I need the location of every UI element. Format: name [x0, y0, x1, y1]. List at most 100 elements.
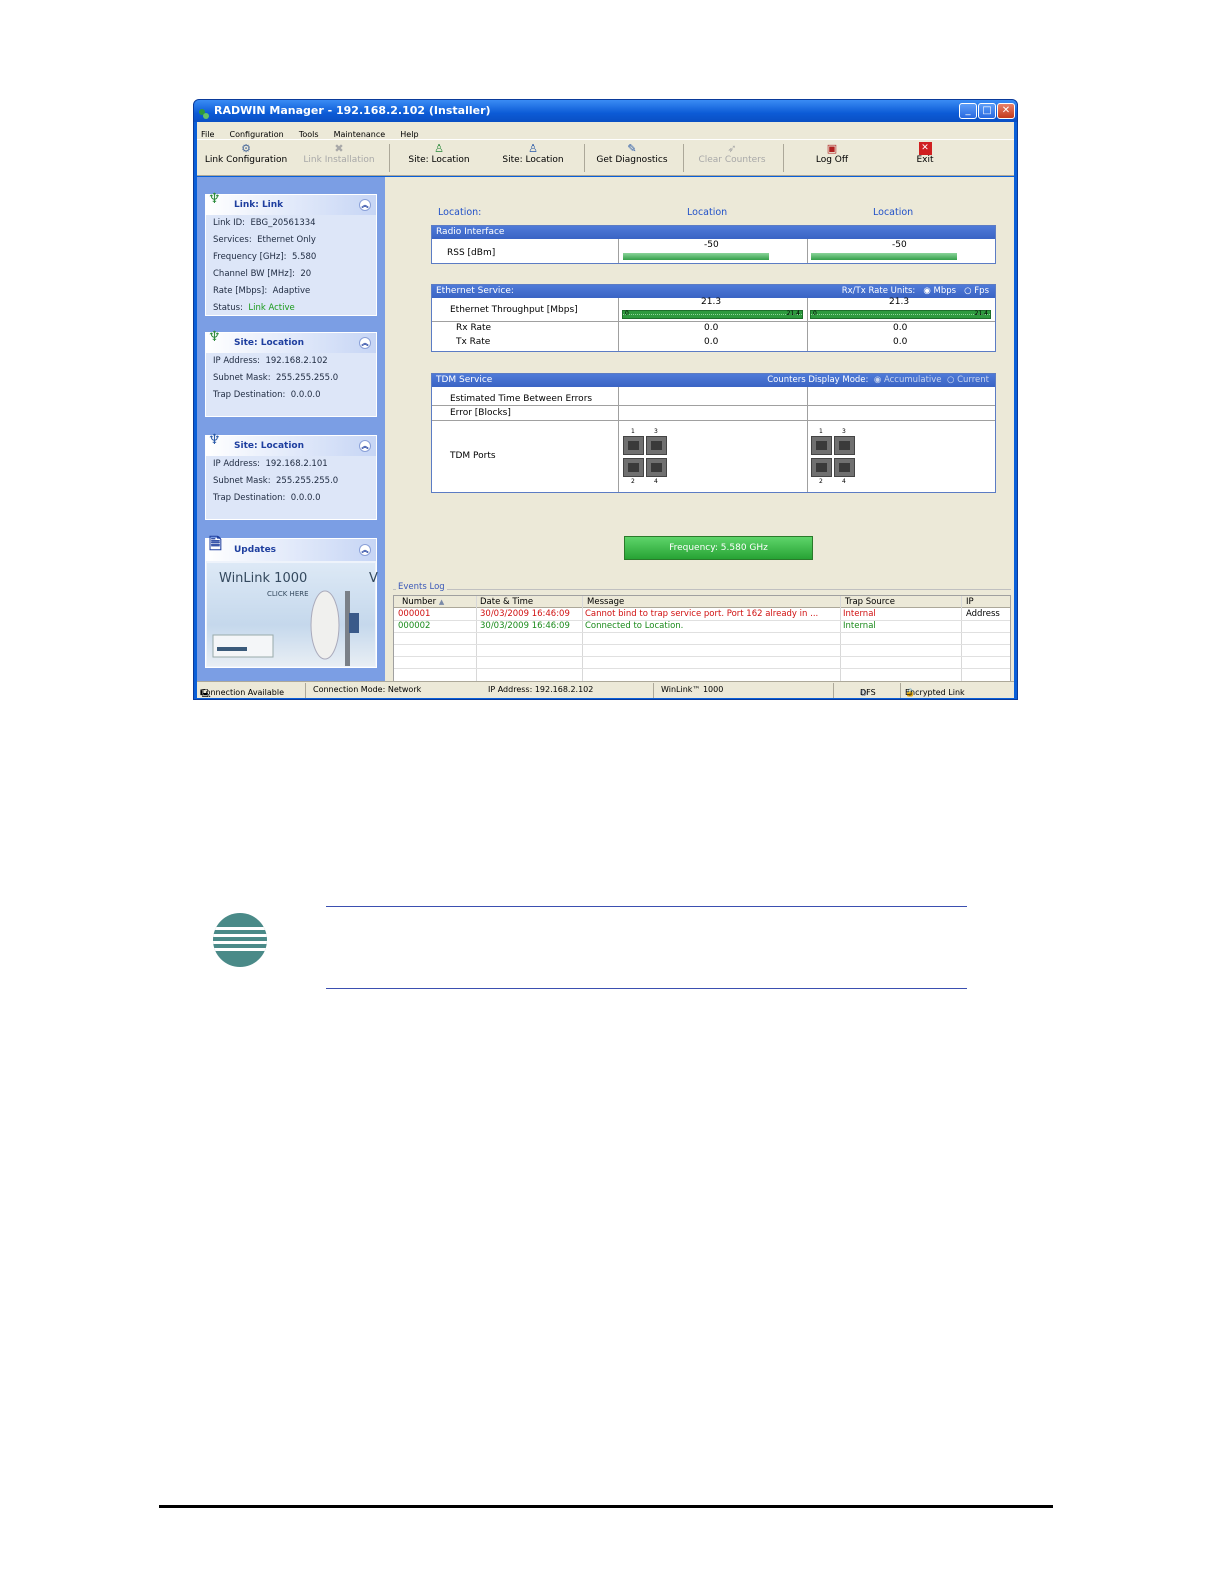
- radio-title: Radio Interface: [436, 227, 505, 237]
- site-b-button[interactable]: ♙ Site: Location: [493, 142, 573, 174]
- product-name: WinLink™ 1000: [661, 685, 724, 694]
- tx-a-value: 0.0: [704, 337, 719, 347]
- frequency-button[interactable]: Frequency: 5.580 GHz: [624, 536, 813, 560]
- current-label: Current: [957, 375, 989, 385]
- dfs-text: DFS: [860, 688, 876, 697]
- throughput-label: Ethernet Throughput [Mbps]: [450, 305, 578, 315]
- frequency-row: Frequency [GHz]: 5.580: [206, 249, 376, 266]
- log-off-button[interactable]: ▣ Log Off: [802, 142, 862, 174]
- tdm-ports-label: TDM Ports: [450, 451, 496, 461]
- col-number[interactable]: Number ▲: [402, 596, 444, 608]
- link-panel-header[interactable]: ♆ Link: Link ︽: [206, 191, 376, 215]
- mbps-radio[interactable]: ◉ Mbps: [923, 286, 956, 296]
- rss-b-value: -50: [892, 240, 907, 250]
- port-number: 4: [654, 478, 658, 485]
- rss-a-value: -50: [704, 240, 719, 250]
- throughput-b-value: 21.3: [889, 297, 910, 307]
- site-a-button[interactable]: ♙ Site: Location: [399, 142, 479, 174]
- link-configuration-button[interactable]: ⚙ Link Configuration: [203, 142, 289, 174]
- site-icon: ♙: [434, 142, 444, 155]
- rj-port-icon[interactable]: [834, 436, 855, 455]
- main-pane: Location: Location Location Radio Interf…: [388, 177, 1014, 580]
- throughput-a-gauge: 0 21.4: [622, 310, 803, 319]
- menu-file[interactable]: File: [201, 130, 214, 139]
- collapse-chevron-icon[interactable]: ︽: [359, 544, 371, 556]
- col-ip-address[interactable]: IP Address: [966, 596, 1010, 619]
- menu-tools[interactable]: Tools: [299, 130, 319, 139]
- column-divider: [807, 387, 808, 492]
- menu-maintenance[interactable]: Maintenance: [334, 130, 386, 139]
- toolbar-label: Link Configuration: [204, 155, 288, 165]
- row-label: IP Address:: [213, 356, 261, 366]
- event-datetime: 30/03/2009 16:46:09: [480, 621, 570, 631]
- column-divider: [807, 239, 808, 263]
- rj-port-icon[interactable]: [623, 436, 644, 455]
- port-number: 4: [842, 478, 846, 485]
- port-number: 2: [819, 478, 823, 485]
- tdm-section-header: TDM Service Counters Display Mode: ◉ Acc…: [432, 374, 995, 387]
- toolbar-label: Link Installation: [303, 155, 375, 165]
- menu-help[interactable]: Help: [400, 130, 418, 139]
- window-title: RADWIN Manager - 192.168.2.102 (Installe…: [214, 104, 491, 117]
- toolbar-label: Log Off: [815, 155, 849, 165]
- rj-port-icon[interactable]: [646, 458, 667, 477]
- winlink-banner[interactable]: WinLink 1000 CLICK HERE V: [207, 563, 378, 666]
- accumulative-radio[interactable]: ◉ Accumulative: [874, 375, 942, 385]
- rate-row: Rate [Mbps]: Adaptive: [206, 283, 376, 300]
- col-datetime[interactable]: Date & Time: [480, 596, 533, 608]
- trap-value: 0.0.0.0: [290, 493, 321, 503]
- rx-b-value: 0.0: [893, 323, 908, 333]
- site-b-panel-header[interactable]: ♆ Site: Location ︽: [206, 432, 376, 456]
- column-divider: [807, 298, 808, 351]
- row-label: Trap Destination:: [213, 390, 286, 400]
- title-bar[interactable]: RADWIN Manager - 192.168.2.102 (Installe…: [194, 100, 1017, 122]
- fps-radio[interactable]: ○ Fps: [964, 286, 989, 296]
- site-a-column-header: Location: [687, 207, 728, 218]
- events-log: Events Log Number ▲ Date & Time Message …: [390, 582, 1014, 682]
- col-trap-source[interactable]: Trap Source: [845, 596, 895, 608]
- col-message[interactable]: Message: [587, 596, 624, 608]
- encrypted-text: Encrypted Link: [905, 688, 965, 697]
- status-ip: IP Address: 192.168.2.102: [488, 685, 594, 694]
- etbe-label: Estimated Time Between Errors: [450, 394, 593, 404]
- updates-panel-header[interactable]: 🗎 Updates ︽: [206, 534, 376, 561]
- link-installation-button[interactable]: ✖ Link Installation: [299, 142, 379, 174]
- rj-port-icon[interactable]: [811, 436, 832, 455]
- collapse-chevron-icon[interactable]: ︽: [359, 337, 371, 349]
- rj-port-icon[interactable]: [834, 458, 855, 477]
- menu-configuration[interactable]: Configuration: [229, 130, 283, 139]
- row-label: Channel BW [MHz]:: [213, 269, 295, 279]
- client-area: ♆ Link: Link ︽ Link ID: EBG_20561334 Ser…: [197, 177, 1014, 682]
- tools-icon: ✖: [334, 142, 344, 155]
- get-diagnostics-button[interactable]: ✎ Get Diagnostics: [592, 142, 672, 174]
- error-blocks-label: Error [Blocks]: [450, 408, 511, 418]
- updates-title: Updates: [234, 545, 277, 555]
- rate-value: Adaptive: [272, 286, 311, 296]
- gauge-max: 21.4: [786, 310, 800, 317]
- gauge-min: 0: [625, 310, 629, 317]
- gauge-ticks: [623, 314, 802, 315]
- note-icon: [213, 913, 267, 967]
- channel-bw-value: 20: [300, 269, 312, 279]
- maximize-button[interactable]: □: [978, 103, 996, 119]
- event-datetime: 30/03/2009 16:46:09: [480, 609, 570, 619]
- collapse-chevron-icon[interactable]: ︽: [359, 440, 371, 452]
- collapse-chevron-icon[interactable]: ︽: [359, 199, 371, 211]
- event-message: Cannot bind to trap service port. Port 1…: [585, 609, 819, 619]
- services-row: Services: Ethernet Only: [206, 232, 376, 249]
- channel-bw-row: Channel BW [MHz]: 20: [206, 266, 376, 283]
- exit-button[interactable]: ✕ Exit: [900, 142, 950, 174]
- site-a-panel-header[interactable]: ♆ Site: Location ︽: [206, 329, 376, 353]
- rj-port-icon[interactable]: [646, 436, 667, 455]
- trap-row: Trap Destination: 0.0.0.0: [206, 387, 376, 404]
- col-number-label: Number: [402, 597, 437, 607]
- close-button[interactable]: ✕: [997, 103, 1015, 119]
- toolbar-label: Exit: [916, 155, 934, 165]
- subnet-row: Subnet Mask: 255.255.255.0: [206, 370, 376, 387]
- rj-port-icon[interactable]: [811, 458, 832, 477]
- current-radio[interactable]: ○ Current: [947, 375, 989, 385]
- rj-port-icon[interactable]: [623, 458, 644, 477]
- minimize-button[interactable]: _: [959, 103, 977, 119]
- clear-counters-button[interactable]: ➶ Clear Counters: [692, 142, 772, 174]
- menu-bar: File Configuration Tools Maintenance Hel…: [197, 122, 1014, 139]
